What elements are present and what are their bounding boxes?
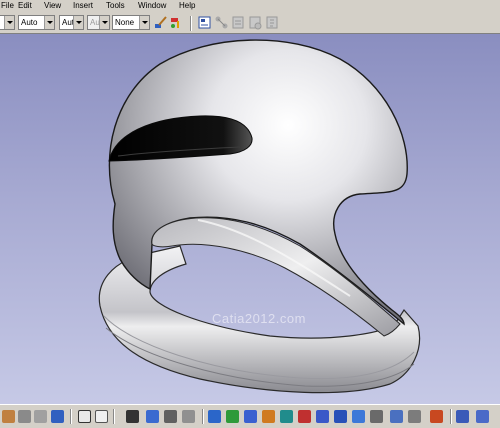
paste-icon[interactable]	[2, 410, 15, 423]
linetype-select[interactable]: Aut	[87, 15, 110, 30]
graph-icon[interactable]	[214, 15, 229, 30]
apply-material-icon[interactable]	[430, 410, 443, 423]
menu-bar: File Edit View Insert Tools Window Help	[0, 0, 500, 12]
whats-this-icon[interactable]	[51, 410, 64, 423]
table-icon[interactable]	[126, 410, 139, 423]
toolbar-separator	[113, 409, 115, 424]
menu-tools[interactable]: Tools	[106, 0, 125, 12]
fly-mode-icon[interactable]	[182, 410, 195, 423]
line-weight-value: Auto	[21, 18, 38, 27]
iso-view-icon[interactable]	[334, 410, 347, 423]
menu-window[interactable]: Window	[138, 0, 166, 12]
hide-show-icon[interactable]	[370, 410, 383, 423]
watermark-text: Catia2012.com	[212, 311, 306, 326]
measure-icon[interactable]	[408, 410, 421, 423]
catalog-icon[interactable]	[146, 410, 159, 423]
style-select[interactable]	[0, 15, 15, 30]
menu-file[interactable]: File	[1, 0, 14, 12]
measure-item-icon[interactable]	[476, 410, 489, 423]
chevron-down-icon	[44, 16, 54, 29]
zoom-out-icon[interactable]	[280, 410, 293, 423]
toolbar-separator	[190, 16, 192, 31]
formula-icon[interactable]	[265, 15, 280, 30]
graphic-properties-toolbar: Auto Aut Aut None	[0, 12, 500, 34]
menu-insert[interactable]: Insert	[73, 0, 93, 12]
layer-value: None	[115, 18, 135, 27]
fit-all-icon[interactable]	[208, 410, 221, 423]
chevron-down-icon	[4, 16, 14, 29]
toolbar-separator	[450, 409, 452, 424]
menu-edit[interactable]: Edit	[18, 0, 32, 12]
3d-viewport[interactable]: Catia2012.com	[0, 34, 500, 404]
pan-icon[interactable]	[226, 410, 239, 423]
knowledge-icon[interactable]	[231, 15, 246, 30]
chevron-down-icon	[99, 16, 109, 29]
layer-select[interactable]: None	[112, 15, 150, 30]
chevron-down-icon	[139, 16, 149, 29]
brush-icon[interactable]	[153, 15, 168, 30]
rotate-icon[interactable]	[244, 410, 257, 423]
thickness-select[interactable]: Aut	[59, 15, 84, 30]
multiview-icon[interactable]	[316, 410, 329, 423]
menu-view[interactable]: View	[44, 0, 61, 12]
toolbar-separator	[70, 409, 72, 424]
menu-help[interactable]: Help	[179, 0, 195, 12]
painter-icon[interactable]	[169, 15, 184, 30]
swap-icon[interactable]	[390, 410, 403, 423]
measure-between-icon[interactable]	[456, 410, 469, 423]
redo-icon[interactable]	[34, 410, 47, 423]
chevron-down-icon	[73, 16, 83, 29]
normal-view-icon[interactable]	[298, 410, 311, 423]
zoom-in-icon[interactable]	[262, 410, 275, 423]
undo-icon[interactable]	[18, 410, 31, 423]
line-weight-select[interactable]: Auto	[18, 15, 55, 30]
toolbar-separator	[202, 409, 204, 424]
helmet-model	[98, 39, 421, 394]
rules-icon[interactable]	[248, 15, 263, 30]
view-toolbar	[0, 404, 500, 428]
formula-fx-icon[interactable]	[78, 410, 91, 423]
properties-icon[interactable]	[197, 15, 212, 30]
comment-icon[interactable]	[95, 410, 108, 423]
scan-icon[interactable]	[164, 410, 177, 423]
shading-icon[interactable]	[352, 410, 365, 423]
